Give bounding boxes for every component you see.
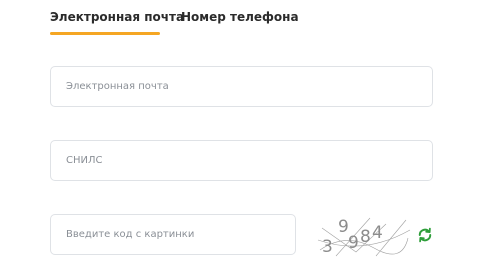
snils-field-container: [50, 140, 433, 181]
snils-field[interactable]: [51, 141, 432, 180]
captcha-image: 3 9 9 8 4: [317, 217, 411, 257]
email-field-container: [50, 66, 433, 107]
refresh-icon[interactable]: [416, 226, 434, 244]
captcha-field[interactable]: [51, 215, 295, 254]
active-tab-indicator: [50, 32, 160, 35]
email-field[interactable]: [51, 67, 432, 106]
tab-phone[interactable]: Номер телефона: [181, 10, 299, 24]
captcha-field-container: [50, 214, 296, 255]
tab-email[interactable]: Электронная почта: [50, 10, 184, 24]
captcha-char: 3: [322, 237, 333, 257]
captcha-char: 4: [372, 223, 383, 243]
captcha-char: 8: [360, 227, 371, 247]
captcha-char: 9: [348, 233, 359, 253]
login-form: Электронная почта Номер телефона 3 9 9 8…: [0, 0, 480, 275]
login-method-tabs: Электронная почта Номер телефона: [50, 0, 470, 40]
captcha-text: 3 9 9 8 4: [322, 217, 383, 257]
